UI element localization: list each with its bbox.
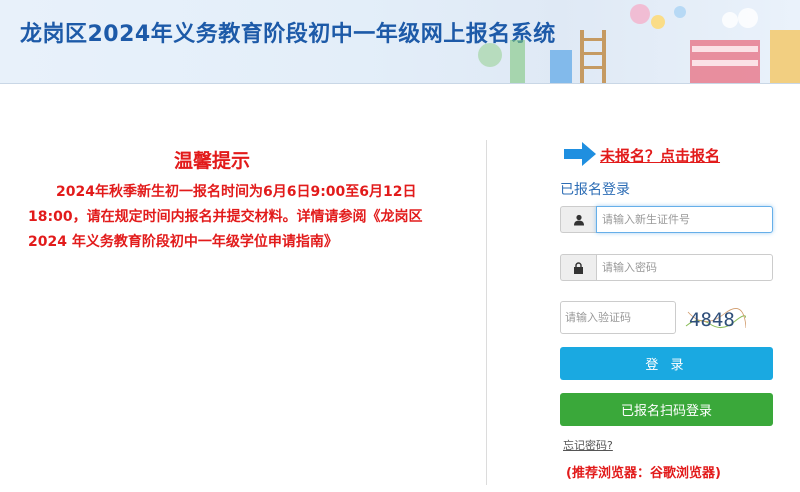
password-field (560, 254, 773, 281)
browser-tip-value: 谷歌浏览器) (649, 466, 721, 481)
lock-icon (560, 254, 596, 281)
id-number-input[interactable] (596, 206, 773, 233)
browser-tip-label: (推荐浏览器： (566, 466, 650, 481)
password-input[interactable] (596, 254, 773, 281)
arrow-right-icon (564, 142, 596, 166)
user-icon (560, 206, 596, 233)
header-banner: 龙岗区2024年义务教育阶段初中一年级网上报名系统 (0, 0, 800, 84)
vertical-divider (486, 140, 487, 485)
forgot-password-link[interactable]: 忘记密码? (563, 437, 613, 453)
notice-title: 温馨提示 (174, 150, 251, 172)
browser-recommendation: (推荐浏览器：谷歌浏览器) (566, 462, 721, 481)
banner-illustration (478, 4, 800, 83)
captcha-image[interactable]: 4848 (684, 302, 746, 334)
captcha-input[interactable] (560, 301, 676, 334)
login-heading: 已报名登录 (560, 182, 630, 198)
login-button[interactable]: 登 录 (560, 347, 773, 380)
scan-login-button[interactable]: 已报名扫码登录 (560, 393, 773, 426)
register-link[interactable]: 未报名？点击报名 (600, 145, 720, 166)
id-number-field (560, 206, 773, 233)
notice-body: 2024年秋季新生初一报名时间为6月6日9:00至6月12日18:00，请在规定… (28, 184, 423, 250)
captcha-text: 4848 (689, 309, 735, 331)
